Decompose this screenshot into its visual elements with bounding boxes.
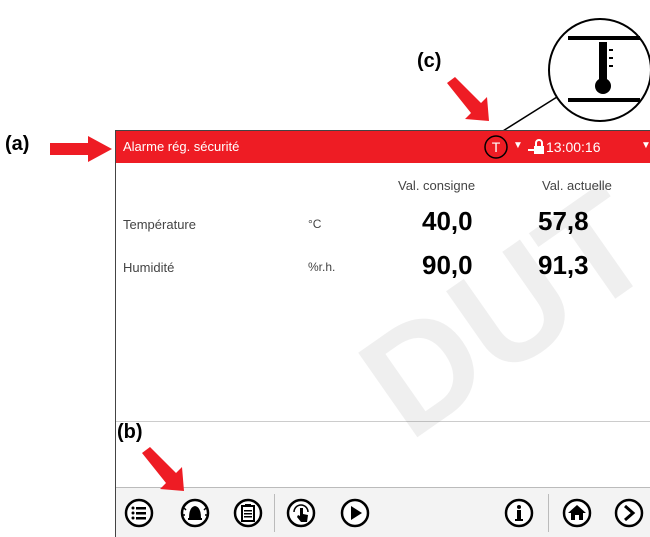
row-label-temperature: Température xyxy=(123,217,196,232)
callout-a: (a) xyxy=(5,133,30,155)
row-unit-humidity: %r.h. xyxy=(308,260,336,274)
home-icon[interactable] xyxy=(562,498,592,528)
chevron-down-icon[interactable]: ▼ xyxy=(513,140,523,151)
setpoint-column-header: Val. consigne xyxy=(398,178,476,193)
content-divider xyxy=(116,421,650,422)
list-icon[interactable] xyxy=(124,498,154,528)
thermometer-icon xyxy=(568,36,640,102)
status-bar: Alarme rég. sécurité T ▼ 13:00:16 ▼ xyxy=(116,131,650,163)
controller-symbol: T xyxy=(492,139,501,155)
bottom-toolbar xyxy=(116,487,650,537)
callout-a-arrow xyxy=(50,136,112,162)
play-icon[interactable] xyxy=(340,498,370,528)
alarm-message[interactable]: Alarme rég. sécurité xyxy=(123,139,239,154)
info-icon[interactable] xyxy=(504,498,534,528)
clipboard-icon[interactable] xyxy=(233,498,263,528)
next-icon[interactable] xyxy=(614,498,644,528)
alarm-bell-icon[interactable] xyxy=(180,498,210,528)
magnifier-bubble xyxy=(548,18,650,122)
callout-c: (c) xyxy=(417,50,442,72)
temperature-setpoint[interactable]: 40,0 xyxy=(422,206,473,237)
lock-icon[interactable] xyxy=(527,138,545,156)
callout-b-arrow xyxy=(142,447,184,491)
toolbar-separator xyxy=(548,494,549,532)
toolbar-separator xyxy=(274,494,275,532)
temperature-controller-icon[interactable]: T xyxy=(484,135,508,159)
chevron-down-icon[interactable]: ▼ xyxy=(641,140,650,151)
clock-time[interactable]: 13:00:16 xyxy=(546,139,601,155)
row-unit-temperature: °C xyxy=(308,217,322,231)
row-label-humidity: Humidité xyxy=(123,260,175,275)
touch-hand-icon[interactable] xyxy=(286,498,316,528)
callout-b: (b) xyxy=(117,421,143,443)
